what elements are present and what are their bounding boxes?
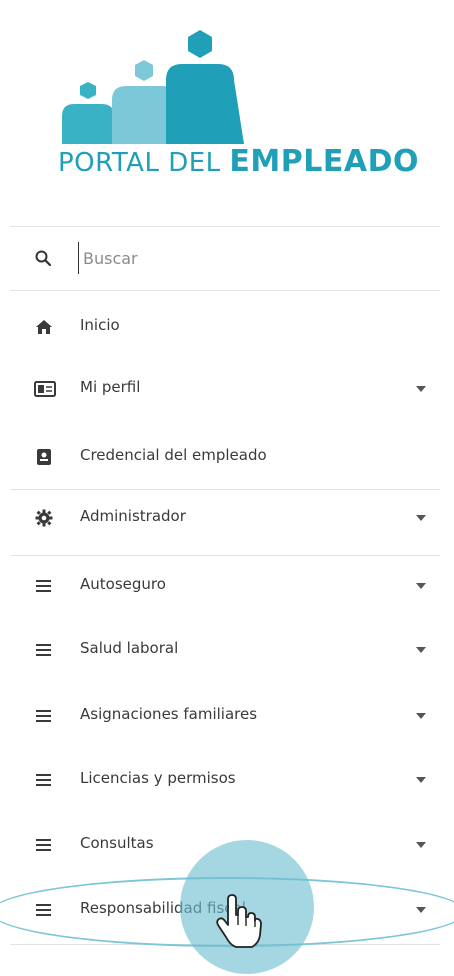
menu-item-autoseguro[interactable]: Autoseguro — [0, 555, 454, 617]
chevron-down-icon[interactable] — [416, 777, 426, 783]
portal-title-bold: EMPLEADO — [229, 144, 419, 179]
chevron-down-icon[interactable] — [416, 907, 426, 913]
menu-item-label: Administrador — [80, 507, 186, 525]
divider — [10, 944, 440, 945]
menu-lines-icon — [34, 770, 54, 790]
menu-item-consultas[interactable]: Consultas — [0, 814, 454, 876]
home-icon — [34, 317, 54, 337]
menu-item-credencial[interactable]: Credencial del empleado — [0, 426, 454, 488]
search-row — [0, 226, 454, 290]
menu-item-label: Asignaciones familiares — [80, 705, 258, 723]
menu-item-asignaciones-familiares[interactable]: Asignaciones familiares — [0, 685, 454, 747]
chevron-down-icon[interactable] — [416, 842, 426, 848]
people-logo-icon — [62, 30, 244, 144]
chevron-down-icon[interactable] — [416, 647, 426, 653]
portal-title-light: PORTAL DEL — [58, 148, 230, 178]
badge-icon — [34, 447, 54, 467]
menu-lines-icon — [34, 640, 54, 660]
search-icon — [34, 249, 52, 267]
menu-lines-icon — [34, 706, 54, 726]
menu-item-administrador[interactable]: Administrador — [0, 487, 454, 549]
menu-item-licencias-y-permisos[interactable]: Licencias y permisos — [0, 749, 454, 811]
menu-item-inicio[interactable]: Inicio — [0, 296, 454, 358]
chevron-down-icon[interactable] — [416, 515, 426, 521]
menu-item-label: Consultas — [80, 834, 154, 852]
portal-title: PORTAL DEL EMPLEADO — [58, 144, 419, 179]
menu-lines-icon — [34, 900, 54, 920]
divider — [10, 290, 440, 291]
menu-item-mi-perfil[interactable]: Mi perfil — [0, 358, 454, 420]
menu-item-salud-laboral[interactable]: Salud laboral — [0, 619, 454, 681]
menu-lines-icon — [34, 576, 54, 596]
chevron-down-icon[interactable] — [416, 713, 426, 719]
menu-item-label: Responsabilidad fiscal — [80, 899, 246, 917]
menu-item-responsabilidad-fiscal[interactable]: Responsabilidad fiscal — [0, 879, 454, 941]
gear-icon — [34, 508, 54, 528]
chevron-down-icon[interactable] — [416, 386, 426, 392]
menu-item-label: Mi perfil — [80, 378, 141, 396]
menu-lines-icon — [34, 835, 54, 855]
id-card-icon — [34, 379, 56, 399]
menu-item-label: Autoseguro — [80, 575, 166, 593]
search-input[interactable] — [78, 242, 425, 274]
menu-item-label: Salud laboral — [80, 639, 179, 657]
chevron-down-icon[interactable] — [416, 583, 426, 589]
portal-logo: PORTAL DEL EMPLEADO — [0, 0, 454, 210]
menu-item-label: Inicio — [80, 316, 120, 334]
menu-item-label: Licencias y permisos — [80, 769, 236, 787]
menu-item-label: Credencial del empleado — [80, 446, 267, 464]
